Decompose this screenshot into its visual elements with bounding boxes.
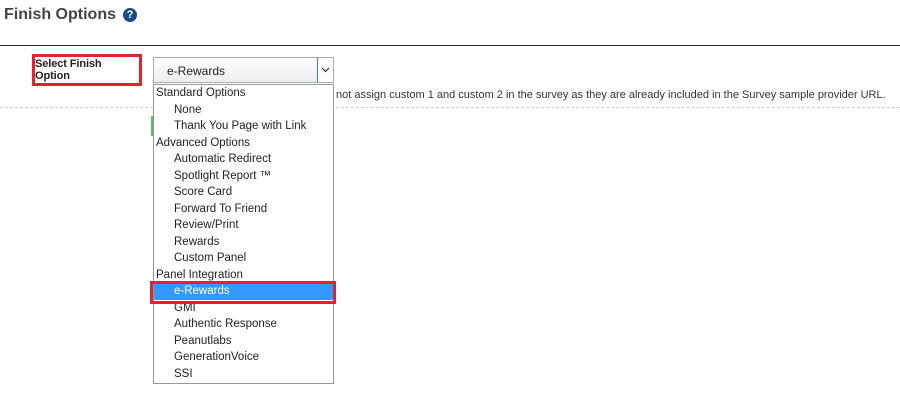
finish-option-label: Select Finish Option (32, 54, 142, 86)
dropdown-option[interactable]: Custom Panel (154, 250, 333, 267)
select-value: e-Rewards (167, 64, 226, 78)
dropdown-option[interactable]: Review/Print (154, 217, 333, 234)
finish-option-dropdown-list[interactable]: Standard Options None Thank You Page with … (153, 84, 334, 384)
page-title: Finish Options ? (4, 6, 137, 24)
dropdown-option[interactable]: Score Card (154, 184, 333, 201)
chevron-down-icon[interactable] (317, 58, 333, 82)
page-title-text: Finish Options (4, 6, 116, 23)
dropdown-option[interactable]: Automatic Redirect (154, 151, 333, 168)
dropdown-option[interactable]: None (154, 102, 333, 119)
finish-option-label-text: Select Finish Option (35, 58, 102, 82)
dropdown-group-label: Advanced Options (156, 136, 250, 149)
question-circle-icon[interactable]: ? (123, 8, 137, 22)
dropdown-option[interactable]: Forward To Friend (154, 201, 333, 218)
dropdown-option[interactable]: Authentic Response (154, 316, 333, 333)
dropdown-option[interactable]: Peanutlabs (154, 333, 333, 350)
section-divider (0, 107, 900, 108)
dropdown-option[interactable]: Spotlight Report ™ (154, 168, 333, 185)
dropdown-option[interactable]: GenerationVoice (154, 349, 333, 366)
selected-option-highlight (150, 281, 336, 304)
finish-option-select[interactable]: e-Rewards (153, 57, 334, 83)
dropdown-option[interactable]: Rewards (154, 234, 333, 251)
dropdown-group-label: Standard Options (156, 87, 246, 99)
provider-url-note: not assign custom 1 and custom 2 in the … (336, 89, 886, 101)
dropdown-option[interactable]: SSI (154, 366, 333, 383)
title-divider (0, 45, 900, 46)
dropdown-option[interactable]: Thank You Page with Link (154, 118, 333, 135)
